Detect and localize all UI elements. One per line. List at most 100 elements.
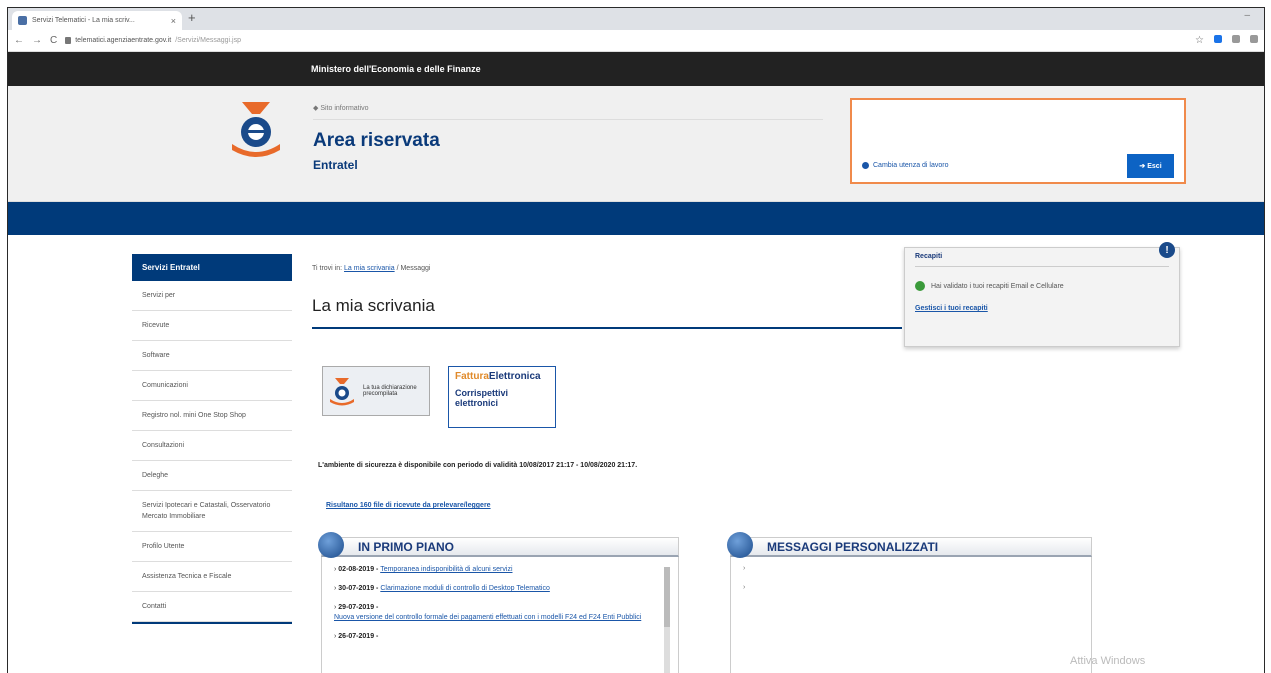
recapiti-box: ! Recapiti Hai validato i tuoi recapiti …	[904, 242, 1180, 347]
url-field[interactable]: telematici.agenziaentrate.gov.it/Servizi…	[65, 37, 1187, 44]
sidebar-item-servizi-per[interactable]: Servizi per	[132, 281, 292, 311]
minimize-icon[interactable]: –	[1244, 10, 1250, 21]
extensions: ☆	[1195, 35, 1258, 46]
primo-piano-title: IN PRIMO PIANO	[358, 539, 455, 554]
sidebar-item-profilo[interactable]: Profilo Utente	[132, 532, 292, 562]
precompilata-banner[interactable]: La tua dichiarazione precompilata	[322, 366, 430, 416]
primo-piano-body: › 02-08-2019 - Temporanea indisponibilit…	[321, 557, 679, 673]
elettronica-word: Elettronica	[488, 371, 541, 382]
news-icon	[318, 532, 344, 558]
divider	[313, 119, 823, 120]
extension-icon-2[interactable]	[1232, 35, 1240, 43]
breadcrumb-separator: /	[396, 265, 399, 272]
browser-tab[interactable]: Servizi Telematici - La mia scriv... ×	[12, 11, 182, 30]
user-box: Cambia utenza di lavoro ➔ Esci	[850, 98, 1186, 184]
news-link[interactable]: Temporanea indisponibilità di alcuni ser…	[380, 566, 512, 573]
menu-icon[interactable]	[1250, 35, 1258, 43]
content: Ti trovi in: La mia scrivania / Messaggi…	[312, 265, 902, 329]
url-domain: telematici.agenziaentrate.gov.it	[75, 37, 172, 44]
tab-strip: Servizi Telematici - La mia scriv... × +…	[8, 8, 1264, 30]
sidebar-item-registro[interactable]: Registro nol. mini One Stop Shop	[132, 401, 292, 431]
breadcrumb-prefix: Ti trovi in:	[312, 265, 343, 272]
news-link[interactable]: Nuova versione del controllo formale dei…	[334, 614, 641, 621]
fattura-label: FatturaElettronica	[455, 371, 549, 382]
news-date: 26-07-2019 -	[338, 633, 379, 640]
tab-title: Servizi Telematici - La mia scriv...	[32, 17, 135, 24]
message-icon	[727, 532, 753, 558]
recapiti-title: Recapiti	[915, 253, 943, 260]
primo-piano-panel: IN PRIMO PIANO › 02-08-2019 - Temporanea…	[318, 532, 679, 673]
sidebar-item-comunicazioni[interactable]: Comunicazioni	[132, 371, 292, 401]
exit-icon: ➔	[1139, 163, 1146, 170]
new-tab-icon[interactable]: +	[188, 10, 196, 25]
extension-icon[interactable]	[1214, 35, 1222, 43]
messaggi-panel: MESSAGGI PERSONALIZZATI › ›	[727, 532, 1092, 673]
page-title: La mia scrivania	[312, 296, 902, 329]
news-date: 02-08-2019 -	[338, 566, 379, 573]
change-context-label: Cambia utenza di lavoro	[873, 162, 949, 169]
ministry-bar: Ministero dell'Economia e delle Finanze	[8, 52, 1264, 86]
page-header-subtitle: Entratel	[313, 158, 358, 172]
sidebar-end	[132, 622, 292, 624]
sidebar-item-ricevute[interactable]: Ricevute	[132, 311, 292, 341]
breadcrumb: Ti trovi in: La mia scrivania / Messaggi	[312, 265, 902, 272]
change-context-link[interactable]: Cambia utenza di lavoro	[862, 162, 949, 169]
corrispettivi-label: Corrispettivi elettronici	[455, 388, 509, 408]
agenzia-logo-icon[interactable]	[230, 98, 282, 160]
recapiti-message: Hai validato i tuoi recapiti Email e Cel…	[915, 281, 1169, 291]
back-icon[interactable]: ←	[14, 35, 24, 46]
windows-watermark: Attiva Windows	[1070, 655, 1146, 667]
news-item: › 30-07-2019 - Clarimazione moduli di co…	[334, 585, 550, 592]
divider	[915, 266, 1169, 267]
forward-icon[interactable]: →	[32, 35, 42, 46]
sidebar-item-consultazioni[interactable]: Consultazioni	[132, 431, 292, 461]
browser-window: Servizi Telematici - La mia scriv... × +…	[7, 7, 1265, 673]
recapiti-link[interactable]: Gestisci i tuoi recapiti	[915, 305, 1169, 312]
main-area: Servizi Entratel Servizi per Ricevute So…	[8, 235, 1264, 673]
results-link[interactable]: Risultano 160 file di ricevute da prelev…	[326, 502, 491, 509]
sidebar-item-assistenza[interactable]: Assistenza Tecnica e Fiscale	[132, 562, 292, 592]
lock-icon	[65, 37, 72, 44]
page-header-title: Area riservata	[313, 130, 440, 151]
exit-label: Esci	[1147, 162, 1162, 170]
check-icon	[915, 281, 925, 291]
news-item: › 02-08-2019 - Temporanea indisponibilit…	[334, 566, 513, 573]
blue-band	[8, 202, 1264, 235]
fattura-elettronica-banner[interactable]: FatturaElettronica Corrispettivi elettro…	[448, 366, 556, 428]
reload-icon[interactable]: C	[50, 35, 57, 46]
news-date: 29-07-2019 -	[338, 604, 379, 611]
security-notice: L'ambiente di sicurezza è disponibile co…	[318, 462, 638, 469]
sidebar-item-contatti[interactable]: Contatti	[132, 592, 292, 622]
breadcrumb-current: Messaggi	[400, 265, 431, 272]
sidebar-head[interactable]: Servizi Entratel	[132, 254, 292, 281]
primo-piano-head: IN PRIMO PIANO	[318, 532, 679, 558]
precompilata-label: La tua dichiarazione precompilata	[363, 385, 417, 397]
sidebar-item-software[interactable]: Software	[132, 341, 292, 371]
scrollbar-thumb[interactable]	[664, 567, 670, 627]
breadcrumb-link[interactable]: La mia scrivania	[344, 265, 395, 272]
message-bullet: ›	[743, 565, 746, 572]
precompilata-icon	[330, 378, 354, 406]
fattura-word: Fattura	[455, 371, 489, 382]
banners: La tua dichiarazione precompilata Fattur…	[322, 366, 556, 428]
message-bullet: ›	[743, 584, 746, 591]
alert-icon[interactable]: !	[1159, 242, 1175, 258]
site-info-link[interactable]: ◆ Sito informativo	[313, 104, 369, 112]
messaggi-title: MESSAGGI PERSONALIZZATI	[767, 539, 939, 554]
messaggi-body: › ›	[730, 557, 1092, 673]
header: ◆ Sito informativo Area riservata Entrat…	[8, 86, 1264, 202]
news-date: 30-07-2019 -	[338, 585, 379, 592]
ministry-label: Ministero dell'Economia e delle Finanze	[311, 64, 481, 74]
exit-button[interactable]: ➔ Esci	[1127, 154, 1174, 178]
news-link[interactable]: Clarimazione moduli di controllo di Desk…	[380, 585, 550, 592]
news-item: › 29-07-2019 - Nuova versione del control…	[334, 604, 642, 621]
recapiti-message-text: Hai validato i tuoi recapiti Email e Cel…	[931, 282, 1064, 290]
scrollbar[interactable]	[664, 567, 670, 673]
address-bar: ← → C telematici.agenziaentrate.gov.it/S…	[8, 30, 1264, 52]
sidebar: Servizi Entratel Servizi per Ricevute So…	[132, 254, 292, 624]
close-icon[interactable]: ×	[171, 16, 176, 26]
sidebar-item-deleghe[interactable]: Deleghe	[132, 461, 292, 491]
star-icon[interactable]: ☆	[1195, 35, 1204, 46]
sidebar-item-servizi-ipotecari[interactable]: Servizi Ipotecari e Catastali, Osservato…	[132, 491, 292, 532]
messaggi-head: MESSAGGI PERSONALIZZATI	[727, 532, 1092, 558]
